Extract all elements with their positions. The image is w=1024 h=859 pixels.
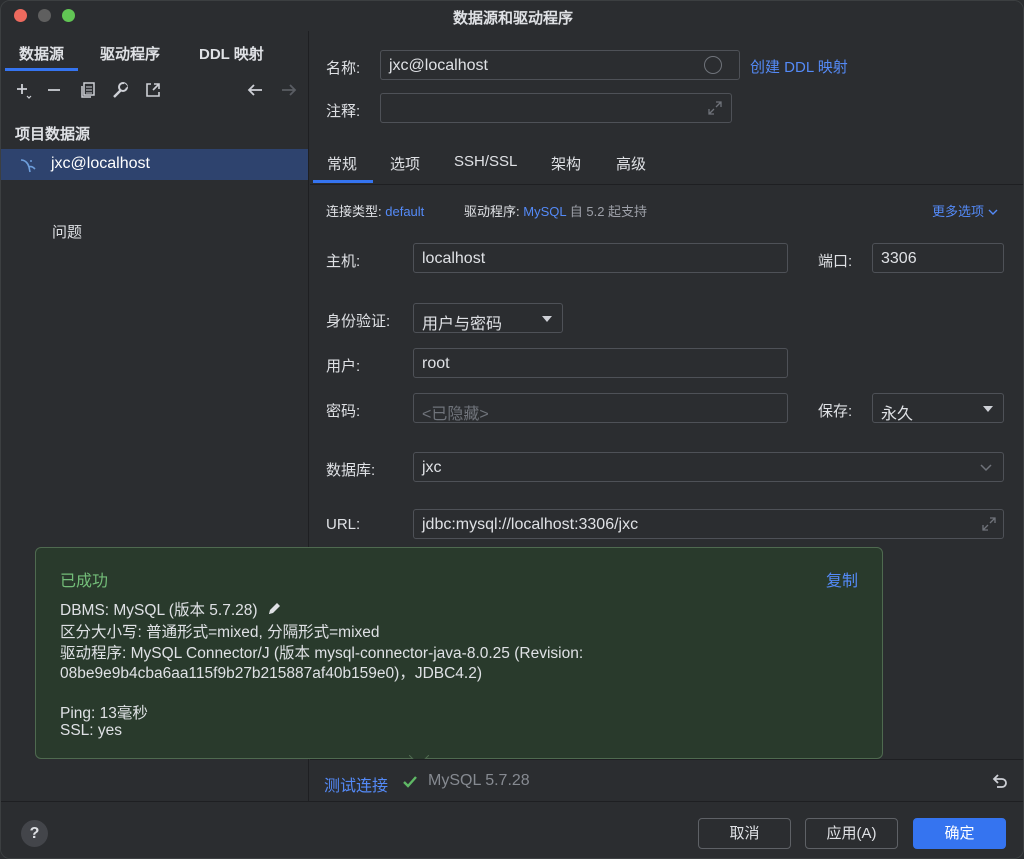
host-label: 主机:	[326, 253, 361, 270]
name-field[interactable]: jxc@localhost	[380, 50, 740, 80]
driver-info-line-2: 08be9e9b4cba6aa115f9b27b215887af40b159e0…	[60, 665, 483, 682]
tab-drivers[interactable]: 驱动程序	[100, 43, 160, 64]
save-select[interactable]: 永久	[872, 393, 1004, 423]
connection-result-popup: 已成功 复制 DBMS: MySQL (版本 5.7.28) 区分大小写: 普通…	[35, 547, 883, 759]
open-external-icon[interactable]	[142, 79, 164, 101]
tab-schemas[interactable]: 架构	[551, 153, 581, 174]
port-label: 端口:	[818, 253, 853, 270]
dialog-window: 数据源和驱动程序 数据源 驱动程序 DDL 映射 项目数据源 jxc@local…	[0, 0, 1024, 859]
tab-general[interactable]: 常规	[312, 153, 374, 183]
caret-down-icon	[542, 316, 552, 322]
test-connection-link[interactable]: 测试连接	[324, 772, 388, 796]
tab-ddl-mappings[interactable]: DDL 映射	[199, 43, 264, 64]
tab-ssh-ssl[interactable]: SSH/SSL	[454, 153, 517, 170]
save-label: 保存:	[818, 403, 853, 420]
more-options-label: 更多选项	[932, 204, 985, 219]
host-field[interactable]: localhost	[413, 243, 788, 273]
database-label: 数据库:	[326, 462, 376, 479]
url-label: URL:	[326, 516, 361, 533]
apply-button[interactable]: 应用(A)	[805, 818, 898, 849]
window-title: 数据源和驱动程序	[452, 10, 573, 27]
url-field[interactable]: jdbc:mysql://localhost:3306/jxc	[413, 509, 1004, 539]
password-label: 密码:	[326, 403, 361, 420]
ok-button[interactable]: 确定	[913, 818, 1006, 849]
auth-label: 身份验证:	[326, 313, 391, 330]
auth-select-value: 用户与密码	[422, 316, 503, 333]
remove-icon[interactable]	[43, 79, 65, 101]
dbms-line: DBMS: MySQL (版本 5.7.28)	[60, 598, 282, 620]
status-success-label: 已成功	[60, 573, 109, 590]
tab-options[interactable]: 选项	[390, 153, 420, 174]
auth-select[interactable]: 用户与密码	[413, 303, 563, 333]
create-ddl-mapping-link[interactable]: 创建 DDL 映射	[750, 56, 848, 77]
driver-value[interactable]: MySQL	[523, 204, 566, 219]
port-field[interactable]: 3306	[872, 243, 1004, 273]
project-datasources-label: 项目数据源	[15, 126, 91, 143]
database-select-value: jxc	[422, 459, 442, 476]
problems-item[interactable]: 问题	[52, 221, 82, 242]
conn-type-label: 连接类型:	[326, 204, 382, 219]
dialog-footer: ? 取消 应用(A) 确定	[1, 801, 1023, 858]
color-picker-icon[interactable]	[704, 56, 722, 74]
name-label: 名称:	[326, 60, 361, 77]
datasource-label: jxc@localhost	[51, 155, 150, 172]
ping-line: Ping: 13毫秒	[60, 705, 148, 722]
user-field[interactable]: root	[413, 348, 788, 378]
datasource-item-jxc[interactable]: jxc@localhost	[1, 149, 308, 180]
comment-label: 注释:	[326, 103, 361, 120]
wrench-icon[interactable]	[109, 79, 131, 101]
expand-icon[interactable]	[708, 101, 722, 115]
database-select[interactable]: jxc	[413, 452, 1004, 482]
ssl-line: SSL: yes	[60, 722, 123, 739]
forward-arrow-icon[interactable]	[278, 79, 300, 101]
cancel-button[interactable]: 取消	[698, 818, 791, 849]
tab-advanced[interactable]: 高级	[616, 153, 646, 174]
back-arrow-icon[interactable]	[244, 79, 266, 101]
left-tabs: 数据源 驱动程序 DDL 映射	[1, 39, 309, 71]
test-connection-bar: 测试连接 MySQL 5.7.28	[310, 759, 1023, 803]
dbms-text: DBMS: MySQL (版本 5.7.28)	[60, 602, 258, 619]
more-options-button[interactable]: 更多选项	[932, 201, 998, 220]
user-label: 用户:	[326, 358, 361, 375]
expand-icon[interactable]	[982, 517, 996, 531]
password-field[interactable]: <已隐藏>	[413, 393, 788, 423]
undo-icon[interactable]	[991, 772, 1009, 790]
driver-label: 驱动程序:	[464, 204, 520, 219]
chevron-down-icon	[980, 464, 992, 472]
save-select-value: 永久	[881, 406, 914, 423]
tab-datasources[interactable]: 数据源	[4, 43, 79, 71]
add-icon[interactable]	[11, 79, 33, 101]
case-sensitivity-line: 区分大小写: 普通形式=mixed, 分隔形式=mixed	[60, 624, 380, 641]
copy-link[interactable]: 复制	[826, 567, 858, 591]
title-bar: 数据源和驱动程序	[1, 1, 1023, 31]
mysql-icon	[19, 156, 37, 174]
help-button[interactable]: ?	[21, 820, 48, 847]
duplicate-icon[interactable]	[77, 79, 99, 101]
settings-tabs: 常规 选项 SSH/SSL 架构 高级	[310, 145, 1023, 185]
left-toolbar	[1, 75, 309, 105]
conn-type-value[interactable]: default	[385, 204, 424, 219]
connection-result-text: MySQL 5.7.28	[428, 772, 530, 789]
driver-info-line-1: 驱动程序: MySQL Connector/J (版本 mysql-connec…	[60, 645, 584, 662]
connection-type-line: 连接类型: default	[326, 201, 424, 220]
comment-field[interactable]	[380, 93, 732, 123]
caret-down-icon	[983, 406, 993, 412]
driver-note: 自 5.2 起支持	[569, 204, 648, 219]
check-icon	[403, 776, 417, 788]
pencil-icon[interactable]	[266, 601, 282, 617]
chevron-down-icon	[988, 209, 998, 215]
driver-line: 驱动程序: MySQL 自 5.2 起支持	[464, 201, 647, 220]
